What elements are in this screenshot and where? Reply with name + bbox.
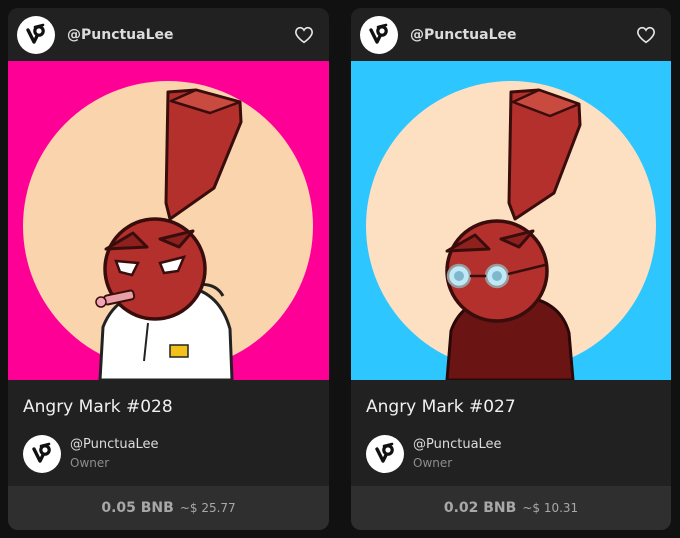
angry-mark-artwork-image (351, 61, 671, 380)
creator-avatar[interactable] (360, 16, 398, 54)
nft-title[interactable]: Angry Mark #028 (23, 397, 173, 417)
owner-name[interactable]: @PunctuaLee (413, 437, 502, 452)
price-fiat: ~$ 25.77 (179, 501, 236, 515)
price-crypto: 0.05 BNB (101, 500, 174, 516)
nft-artwork[interactable] (8, 61, 329, 380)
creator-handle[interactable]: @PunctuaLee (410, 27, 517, 43)
heart-outline-icon[interactable] (636, 26, 656, 44)
punctualee-logo-icon (32, 442, 51, 463)
owner-row[interactable]: @PunctuaLee Owner (23, 435, 303, 475)
nft-artwork[interactable] (351, 61, 671, 380)
price-bar: 0.05 BNB ~$ 25.77 (8, 486, 329, 530)
angry-mark-artwork-image (8, 61, 329, 380)
nft-title[interactable]: Angry Mark #027 (366, 397, 516, 417)
creator-handle[interactable]: @PunctuaLee (67, 27, 174, 43)
punctualee-logo-icon (26, 23, 45, 44)
owner-avatar[interactable] (366, 435, 404, 473)
heart-outline-icon[interactable] (294, 26, 314, 44)
price-fiat: ~$ 10.31 (522, 501, 579, 515)
owner-name[interactable]: @PunctuaLee (70, 437, 159, 452)
nft-card-1[interactable]: @PunctuaLee Angry Mark #028 @PunctuaLee … (8, 8, 329, 530)
card-header: @PunctuaLee (8, 8, 329, 60)
owner-row[interactable]: @PunctuaLee Owner (366, 435, 646, 475)
punctualee-logo-icon (375, 442, 394, 463)
nft-card-2[interactable]: @PunctuaLee Angry Mark #027 @PunctuaLee … (351, 8, 671, 530)
owner-avatar[interactable] (23, 435, 61, 473)
price-crypto: 0.02 BNB (443, 500, 517, 516)
card-header: @PunctuaLee (351, 8, 671, 60)
punctualee-logo-icon (369, 23, 388, 44)
creator-avatar[interactable] (17, 16, 55, 54)
owner-role-label: Owner (70, 456, 110, 470)
price-bar: 0.02 BNB ~$ 10.31 (351, 486, 671, 530)
owner-role-label: Owner (413, 456, 453, 470)
